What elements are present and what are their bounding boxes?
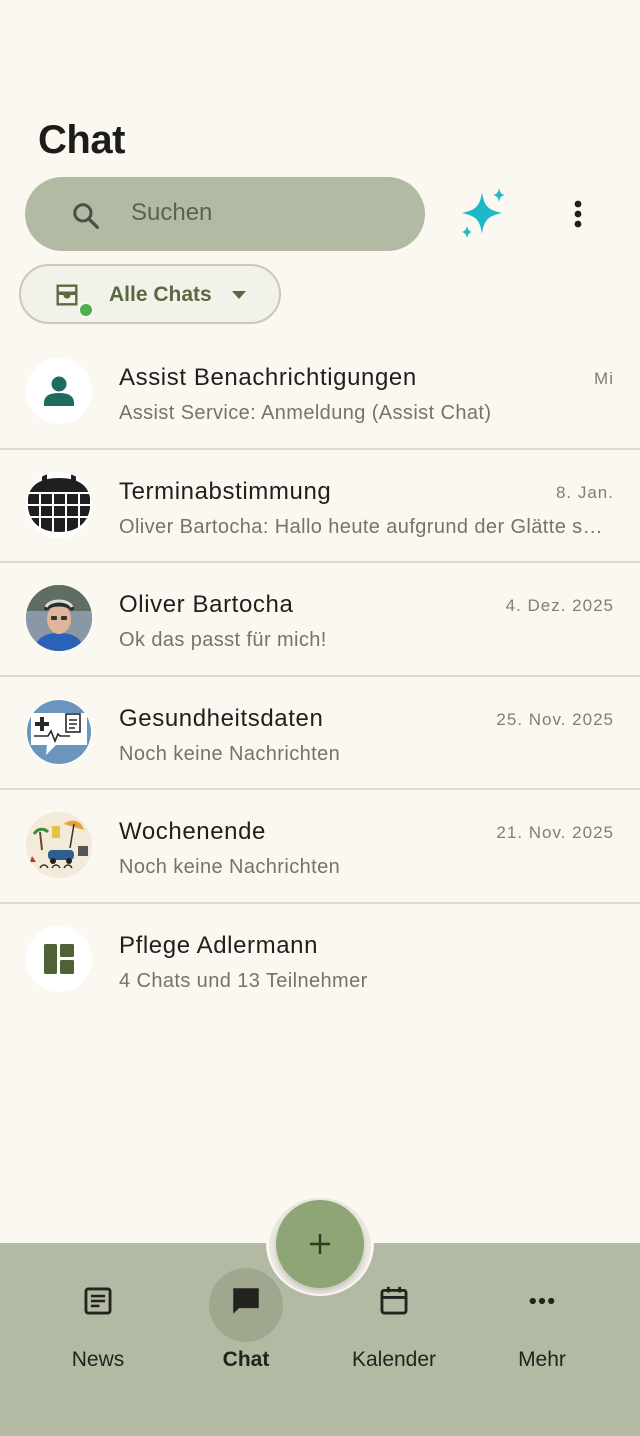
calendar-grid-icon — [28, 473, 90, 534]
chat-date: 8. Jan. — [555, 482, 614, 502]
nav-label: Kalender — [351, 1348, 437, 1371]
nav-item-mehr[interactable]: Mehr — [468, 1268, 616, 1398]
search-input[interactable]: Suchen — [25, 177, 425, 251]
chat-preview: Ok das passt für mich! — [119, 629, 327, 651]
nav-label: News — [71, 1348, 125, 1371]
nav-label: Mehr — [518, 1348, 566, 1371]
nav-item-kalender[interactable]: Kalender — [320, 1268, 468, 1398]
more-horiz-icon — [529, 1297, 555, 1305]
article-icon — [84, 1287, 112, 1315]
page-title: Chat — [38, 118, 125, 162]
chat-name: Oliver Bartocha — [119, 591, 294, 618]
dashboard-icon — [44, 943, 74, 974]
person-icon — [44, 376, 74, 406]
avatar — [26, 812, 92, 878]
avatar — [26, 471, 92, 538]
chat-date: 4. Dez. 2025 — [505, 596, 614, 615]
plus-icon — [310, 1234, 330, 1254]
chat-name: Wochenende — [119, 818, 266, 845]
chat-date: 21. Nov. 2025 — [496, 823, 614, 842]
chat-row-gesundheitsdaten[interactable]: Gesundheitsdaten Noch keine Nachrichten … — [0, 677, 640, 790]
chat-name: Assist Benachrichtigungen — [119, 364, 417, 391]
chat-preview: Oliver Bartocha: Hallo heute aufgrund de… — [119, 515, 603, 538]
chat-preview: Noch keine Nachrichten — [119, 856, 341, 878]
calendar-icon — [380, 1286, 408, 1315]
inbox-icon — [56, 284, 78, 306]
more-vert-icon[interactable] — [562, 196, 594, 232]
nav-label: Chat — [222, 1348, 270, 1371]
chat-row-oliver-bartocha[interactable]: Oliver Bartocha Ok das passt für mich! 4… — [0, 563, 640, 677]
chat-preview: Assist Service: Anmeldung (Assist Chat) — [119, 402, 492, 424]
nav-item-chat[interactable]: Chat — [172, 1268, 320, 1398]
online-status-dot — [78, 302, 94, 318]
avatar — [26, 925, 92, 992]
filter-dropdown[interactable]: Alle Chats — [19, 264, 281, 324]
avatar — [26, 698, 92, 765]
health-chat-icon — [27, 699, 91, 764]
nav-item-news[interactable]: News — [24, 1268, 172, 1398]
chat-bubble-icon — [233, 1288, 259, 1314]
search-icon — [73, 203, 99, 229]
chat-row-assist[interactable]: Assist Benachrichtigungen Assist Service… — [0, 336, 640, 450]
chat-name: Gesundheitsdaten — [119, 704, 324, 732]
chat-date: 25. Nov. 2025 — [496, 709, 614, 729]
search-placeholder: Suchen — [131, 199, 213, 226]
chat-preview: 4 Chats und 13 Teilnehmer — [119, 969, 368, 992]
sparkle-icon[interactable] — [458, 186, 510, 242]
caret-down-icon — [232, 291, 246, 299]
chat-row-terminabstimmung[interactable]: Terminabstimmung Oliver Bartocha: Hallo … — [0, 450, 640, 563]
filter-label: Alle Chats — [109, 283, 212, 306]
avatar — [26, 358, 92, 424]
chat-preview: Noch keine Nachrichten — [119, 742, 341, 765]
weekend-illustration — [26, 812, 92, 878]
user-photo — [26, 585, 92, 651]
chat-name: Pflege Adlermann — [119, 931, 319, 959]
chat-row-wochenende[interactable]: Wochenende Noch keine Nachrichten 21. No… — [0, 790, 640, 904]
chat-name: Terminabstimmung — [119, 477, 332, 505]
chat-row-pflege-adlermann[interactable]: Pflege Adlermann 4 Chats und 13 Teilnehm… — [0, 904, 640, 1018]
chat-list: Assist Benachrichtigungen Assist Service… — [0, 336, 640, 1017]
avatar — [26, 585, 92, 651]
chat-date: Mi — [594, 369, 614, 388]
